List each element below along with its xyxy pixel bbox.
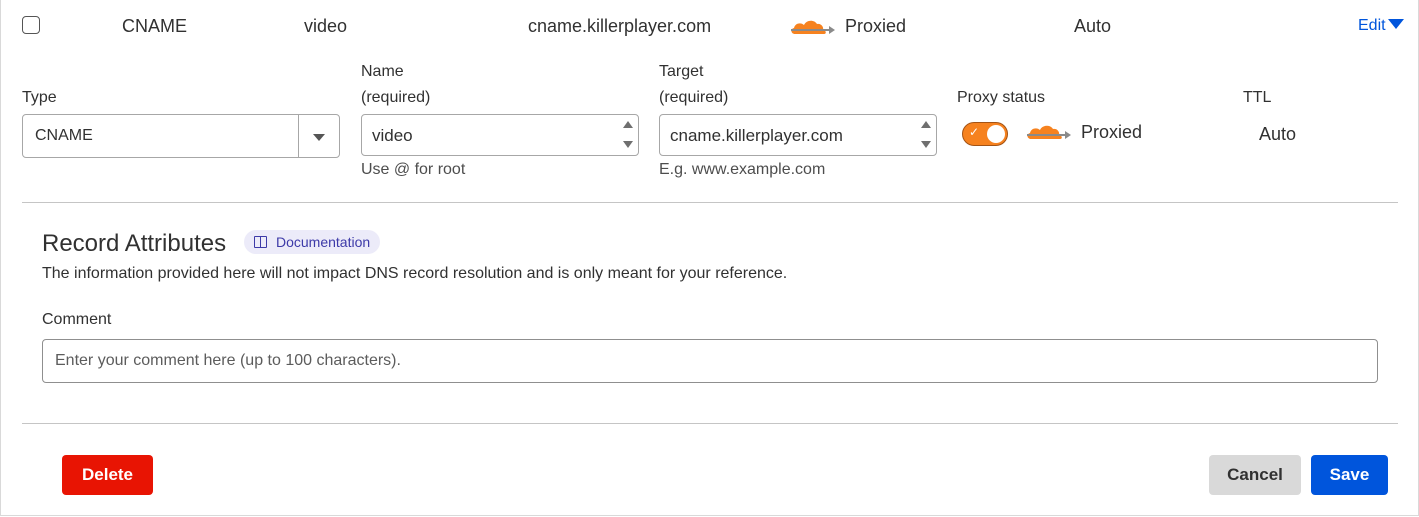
target-spinner[interactable]	[919, 119, 933, 151]
name-required-label: (required)	[361, 89, 431, 106]
comment-input[interactable]	[53, 340, 1357, 382]
name-input-value: video	[372, 126, 413, 145]
name-label: Name	[361, 63, 404, 80]
check-icon: ✓	[969, 125, 980, 139]
summary-ttl: Auto	[1074, 16, 1112, 36]
cloud-proxied-icon	[1027, 125, 1071, 139]
edit-label: Edit	[1358, 17, 1386, 34]
record-attributes-description: The information provided here will not i…	[42, 265, 788, 282]
spin-down-icon[interactable]	[921, 141, 931, 148]
spin-up-icon[interactable]	[623, 121, 633, 128]
spin-down-icon[interactable]	[623, 141, 633, 148]
select-divider	[298, 115, 299, 157]
comment-field[interactable]	[42, 339, 1378, 383]
type-select-value: CNAME	[35, 127, 93, 144]
record-attributes-heading: Record Attributes	[42, 230, 227, 257]
delete-button[interactable]: Delete	[62, 455, 153, 495]
summary-content: cname.killerplayer.com	[528, 16, 712, 36]
proxy-status-label: Proxy status	[957, 89, 1046, 106]
dns-record-editor	[0, 0, 1419, 516]
proxy-status-value: Proxied	[1081, 122, 1143, 142]
summary-type: CNAME	[122, 16, 188, 36]
comment-label: Comment	[42, 311, 112, 328]
summary-proxy-status: Proxied	[845, 16, 907, 36]
summary-name: video	[304, 16, 348, 36]
toggle-knob	[987, 125, 1005, 143]
actions-divider	[22, 423, 1398, 424]
ttl-label: TTL	[1243, 89, 1272, 106]
documentation-link[interactable]: Documentation	[244, 230, 381, 254]
target-label: Target	[659, 63, 704, 80]
cloud-proxied-icon	[791, 20, 835, 34]
section-divider	[22, 202, 1398, 203]
spin-up-icon[interactable]	[921, 121, 931, 128]
edit-toggle-button[interactable]: Edit	[1358, 17, 1404, 35]
target-required-label: (required)	[659, 89, 729, 106]
chevron-down-icon	[313, 134, 325, 141]
book-icon	[254, 236, 268, 248]
type-label: Type	[22, 89, 57, 106]
name-help-text: Use @ for root	[361, 161, 466, 178]
target-input-value: cname.killerplayer.com	[670, 126, 843, 145]
ttl-value: Auto	[1259, 124, 1297, 144]
type-select[interactable]: CNAME	[22, 114, 340, 158]
chevron-down-icon	[1387, 19, 1404, 29]
name-spinner[interactable]	[621, 119, 635, 151]
documentation-label: Documentation	[276, 234, 371, 250]
target-help-text: E.g. www.example.com	[659, 161, 826, 178]
cancel-button[interactable]: Cancel	[1209, 455, 1301, 495]
proxy-status-toggle[interactable]: ✓	[962, 122, 1008, 146]
name-input[interactable]: video	[361, 114, 639, 156]
record-select-checkbox[interactable]	[22, 16, 40, 34]
target-input[interactable]: cname.killerplayer.com	[659, 114, 937, 156]
save-button[interactable]: Save	[1311, 455, 1388, 495]
